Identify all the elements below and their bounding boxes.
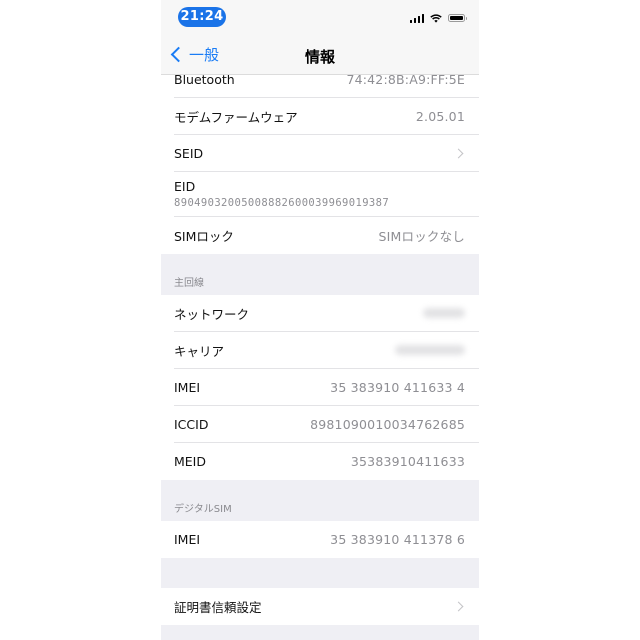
chevron-right-icon [453,148,464,158]
redacted-value [395,345,465,355]
list-item-network[interactable]: ネットワーク [174,295,479,332]
list-item-digital-imei[interactable]: IMEI 35 383910 411378 6 [174,521,479,558]
row-label: ネットワーク [174,306,250,322]
row-label: IMEI [174,532,201,547]
row-label: 証明書信頼設定 [174,600,262,615]
row-label: SEID [174,145,204,161]
section-header-primary-line: 主回線 [161,254,479,295]
list-item-iccid[interactable]: ICCID 8981090010034762685 [174,406,479,443]
row-label: キャリア [174,343,225,359]
row-label: ICCID [174,416,209,432]
navigation-bar: 一般 情報 [161,36,479,75]
redacted-value [423,308,465,318]
list-item-seid[interactable]: SEID [174,135,479,172]
section-header-digital-sim: デジタルSIM [161,480,479,521]
list-item-imei[interactable]: IMEI 35 383910 411633 4 [174,369,479,406]
row-label: MEID [174,454,206,469]
row-value: 35383910411633 [350,454,465,469]
page-title: 情報 [304,48,335,66]
status-bar: 21:24 [161,0,479,36]
row-value: 35 383910 411633 4 [330,379,465,395]
battery-icon [448,14,467,22]
list-item-meid[interactable]: MEID 35383910411633 [174,443,479,480]
device-info-group: Bluetooth 74:42:8B:A9:FF:5E モデムファームウェア 2… [161,60,479,254]
settings-list[interactable]: Bluetooth 74:42:8B:A9:FF:5E モデムファームウェア 2… [161,60,479,625]
row-value: SIMロックなし [378,229,465,244]
status-icons [409,12,467,24]
digital-sim-group: IMEI 35 383910 411378 6 [161,521,479,558]
primary-line-group: ネットワーク キャリア IMEI 35 383910 411633 4 ICCI… [161,295,479,480]
list-item-modem-firmware[interactable]: モデムファームウェア 2.05.01 [174,98,479,135]
chevron-right-icon [453,601,464,612]
list-item-eid[interactable]: EID 89049032005008882600039969019387 [174,172,479,217]
row-label: IMEI [174,379,201,395]
row-label: EID [174,179,196,194]
status-time: 21:24 [178,7,226,27]
list-item-certificate-trust-settings[interactable]: 証明書信頼設定 [174,588,479,625]
row-label: SIMロック [174,229,234,244]
row-label: モデムファームウェア [174,109,298,125]
certificate-group: 証明書信頼設定 [161,588,479,625]
section-header-label: 主回線 [174,278,204,289]
row-value: 8981090010034762685 [310,416,465,432]
wifi-icon [430,13,442,23]
phone-screen: 21:24 一般 情報 Bluetooth 74:42:8B:A9:FF:5E [161,0,479,640]
list-item-carrier[interactable]: キャリア [174,332,479,369]
cellular-signal-icon [409,13,424,23]
section-header-label: デジタルSIM [174,504,232,515]
list-item-sim-lock[interactable]: SIMロック SIMロックなし [174,217,479,254]
row-value: 35 383910 411378 6 [330,532,465,547]
row-value: 2.05.01 [415,108,465,124]
row-value: 89049032005008882600039969019387 [174,197,390,209]
